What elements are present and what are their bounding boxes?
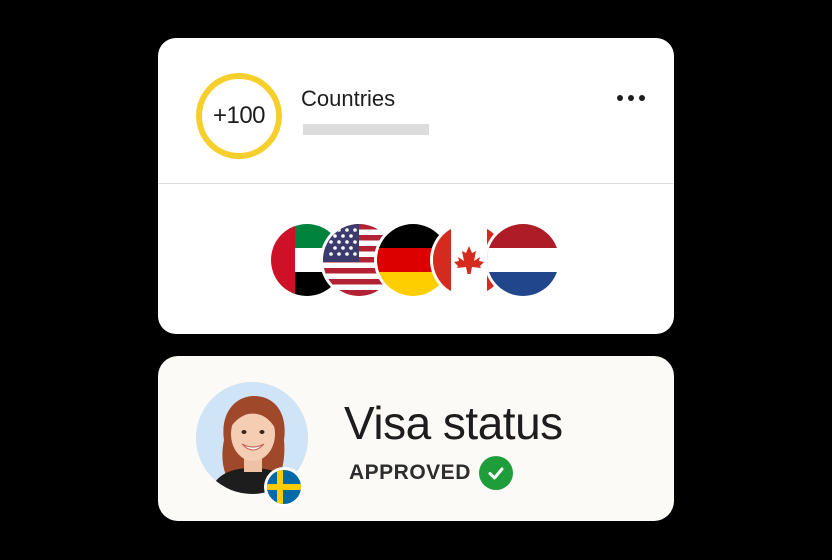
countries-title: Countries <box>301 86 396 111</box>
visa-status-title: Visa status <box>344 397 563 449</box>
sweden-flag-icon <box>267 470 301 504</box>
check-circle-icon <box>478 456 513 490</box>
subtitle-placeholder-bar <box>303 124 429 135</box>
status-label: APPROVED <box>349 461 471 484</box>
visa-status-row: APPROVED <box>349 455 513 491</box>
more-horizontal-icon <box>617 95 623 101</box>
countries-count: +100 <box>212 102 266 129</box>
netherlands-flag-icon <box>487 224 559 296</box>
countries-count-badge: +100 <box>196 73 282 159</box>
card-divider <box>158 183 674 184</box>
more-options-button[interactable] <box>614 88 648 108</box>
